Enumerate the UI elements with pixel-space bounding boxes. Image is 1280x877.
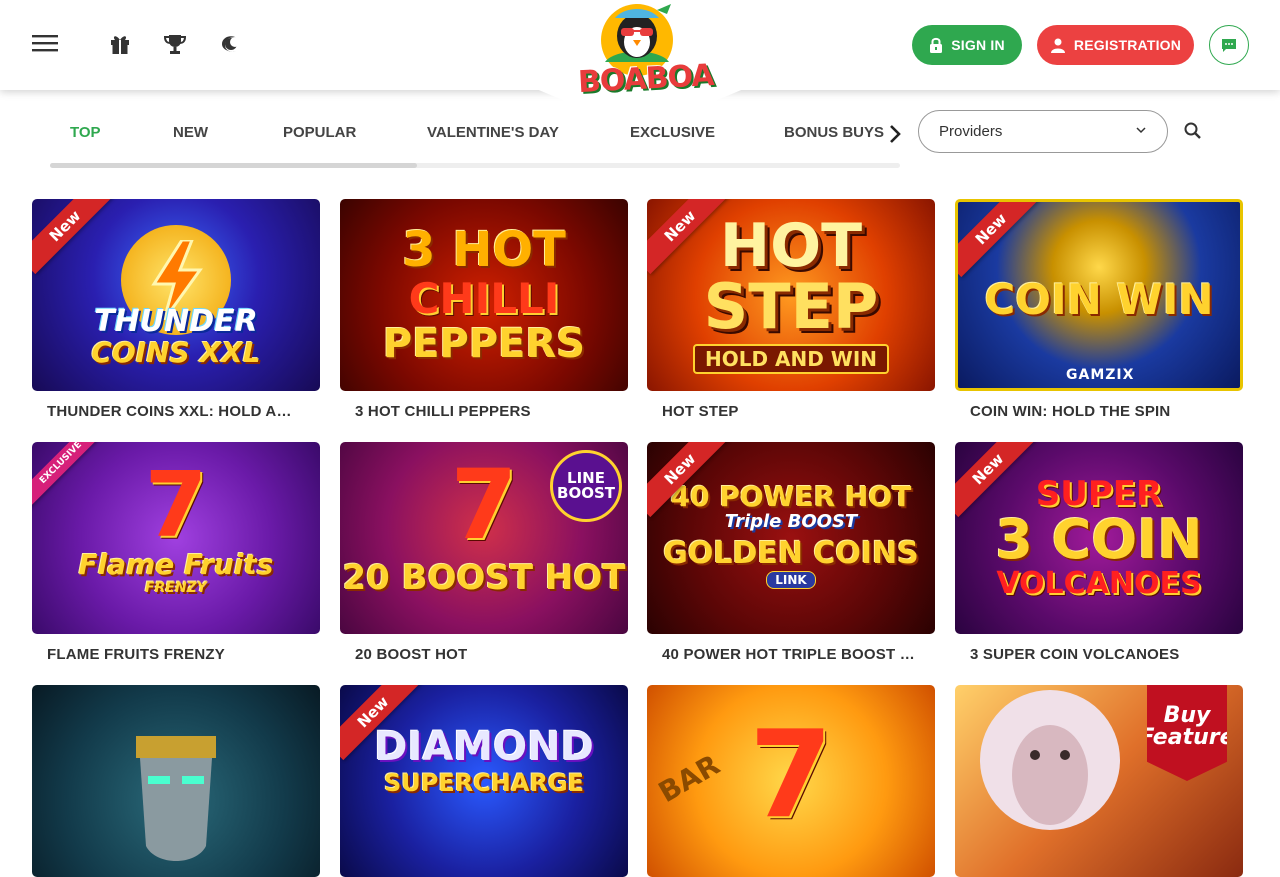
game-title[interactable]: COIN WIN: HOLD THE SPIN xyxy=(955,403,1225,420)
game-thumbnail[interactable]: 40 POWER HOT Triple BOOST GOLDEN COINS L… xyxy=(647,442,935,634)
art-line: VOLCANOES xyxy=(996,566,1202,601)
game-title[interactable]: 3 SUPER COIN VOLCANOES xyxy=(955,646,1225,663)
tabs-scrollbar-thumb[interactable] xyxy=(50,163,417,168)
providers-dropdown[interactable]: Providers xyxy=(918,110,1168,153)
category-tabs: TOP NEW POPULAR VALENTINE'S DAY EXCLUSIV… xyxy=(50,112,910,154)
art-line: SUPER xyxy=(1035,474,1163,514)
buy-feature-badge: Buy Feature xyxy=(1147,685,1227,781)
game-thumbnail[interactable]: 7 20 BOOST HOT LINE BOOST xyxy=(340,442,628,634)
game-title[interactable]: THUNDER COINS XXL: HOLD AND... xyxy=(32,403,302,420)
art-line: LINK xyxy=(766,571,816,589)
game-card[interactable]: DIAMOND SUPERCHARGE New xyxy=(340,685,628,877)
game-card[interactable]: 3 HOT CHILLI PEPPERS 3 HOT CHILLI PEPPER… xyxy=(340,199,628,420)
tab-new[interactable]: NEW xyxy=(173,124,208,141)
art-line: BAR xyxy=(652,748,726,810)
art-line: Flame Fruits xyxy=(78,548,274,581)
game-thumbnail[interactable] xyxy=(32,685,320,877)
tab-popular[interactable]: POPULAR xyxy=(283,124,356,141)
registration-button[interactable]: REGISTRATION xyxy=(1037,25,1194,65)
art-line: HOLD AND WIN xyxy=(692,344,890,374)
game-title[interactable]: 20 BOOST HOT xyxy=(340,646,610,663)
game-thumbnail[interactable]: SUPER 3 COIN VOLCANOES New xyxy=(955,442,1243,634)
tab-bonus-buys[interactable]: BONUS BUYS xyxy=(784,124,884,141)
lock-icon xyxy=(930,37,943,53)
trophy-icon[interactable] xyxy=(161,30,189,58)
art-line: DIAMOND xyxy=(374,724,594,770)
art-line: SUPERCHARGE xyxy=(383,769,585,797)
tab-exclusive[interactable]: EXCLUSIVE xyxy=(630,124,715,141)
game-title[interactable]: HOT STEP xyxy=(647,403,917,420)
user-plus-icon xyxy=(1050,38,1065,53)
tab-valentines-day[interactable]: VALENTINE'S DAY xyxy=(427,124,559,141)
game-card[interactable]: Buy Feature xyxy=(955,685,1243,877)
art-line: Buy xyxy=(1163,703,1211,728)
art-line: CHILLI xyxy=(408,274,560,323)
art-line: STEP xyxy=(703,270,879,343)
game-thumbnail[interactable]: 3 HOT CHILLI PEPPERS xyxy=(340,199,628,391)
moon-icon[interactable] xyxy=(216,30,244,58)
art-line: COIN WIN xyxy=(984,275,1214,324)
art-line: 40 POWER HOT xyxy=(670,480,912,513)
game-thumbnail[interactable]: DIAMOND SUPERCHARGE New xyxy=(340,685,628,877)
game-thumbnail[interactable]: Buy Feature xyxy=(955,685,1243,877)
art-line: COINS XXL xyxy=(91,336,261,369)
game-card[interactable]: 7 20 BOOST HOT LINE BOOST 20 BOOST HOT xyxy=(340,442,628,663)
sign-in-label: SIGN IN xyxy=(951,37,1005,53)
game-card[interactable]: SUPER 3 COIN VOLCANOES New 3 SUPER COIN … xyxy=(955,442,1243,663)
lion-icon xyxy=(980,690,1120,830)
pharaoh-mask-icon xyxy=(136,736,216,861)
art-line: 20 BOOST HOT xyxy=(342,558,626,598)
chat-button[interactable] xyxy=(1209,25,1249,65)
logo-text: BOABOA xyxy=(577,58,715,101)
art-line: GOLDEN COINS xyxy=(663,536,919,571)
art-line: 7 xyxy=(450,449,518,561)
game-card[interactable]: 7 Flame Fruits FRENZY EXCLUSIVE FLAME FR… xyxy=(32,442,320,663)
game-card[interactable]: THUNDER COINS XXL New THUNDER COINS XXL:… xyxy=(32,199,320,420)
art-line: FRENZY xyxy=(145,580,207,596)
art-line: 7 xyxy=(749,706,833,845)
game-card[interactable]: HOT STEP HOLD AND WIN New HOT STEP xyxy=(647,199,935,420)
game-thumbnail[interactable]: 7 BAR xyxy=(647,685,935,877)
tab-top[interactable]: TOP xyxy=(70,124,101,141)
tabs-scroll-right-icon[interactable] xyxy=(888,124,902,149)
game-card[interactable]: 40 POWER HOT Triple BOOST GOLDEN COINS L… xyxy=(647,442,935,663)
game-title[interactable]: FLAME FRUITS FRENZY xyxy=(32,646,302,663)
game-card[interactable]: COIN WIN GAMZIX New COIN WIN: HOLD THE S… xyxy=(955,199,1243,420)
game-card[interactable] xyxy=(32,685,320,877)
art-line: 3 COIN xyxy=(995,508,1203,571)
chevron-down-icon xyxy=(1136,127,1146,134)
game-thumbnail[interactable]: COIN WIN GAMZIX New xyxy=(955,199,1243,391)
game-title[interactable]: 40 POWER HOT TRIPLE BOOST G... xyxy=(647,646,917,663)
chat-icon xyxy=(1222,39,1236,52)
game-thumbnail[interactable]: 7 Flame Fruits FRENZY EXCLUSIVE xyxy=(32,442,320,634)
provider-watermark: GAMZIX xyxy=(1066,367,1135,383)
site-logo[interactable]: BOABOA xyxy=(575,0,715,108)
search-icon[interactable] xyxy=(1183,121,1203,146)
tabs-scrollbar[interactable] xyxy=(50,163,900,168)
art-line: 7 xyxy=(144,453,208,558)
art-line: PEPPERS xyxy=(382,321,586,367)
game-title[interactable]: 3 HOT CHILLI PEPPERS xyxy=(340,403,610,420)
game-thumbnail[interactable]: HOT STEP HOLD AND WIN New xyxy=(647,199,935,391)
registration-label: REGISTRATION xyxy=(1073,37,1182,53)
art-line: Triple BOOST xyxy=(724,511,858,532)
menu-icon[interactable] xyxy=(31,29,59,57)
game-card[interactable]: 7 BAR xyxy=(647,685,935,877)
art-line: THUNDER xyxy=(94,304,258,339)
gift-icon[interactable] xyxy=(106,30,134,58)
art-line: HOT xyxy=(719,211,863,281)
providers-label: Providers xyxy=(939,123,1003,140)
line-boost-badge: LINE BOOST xyxy=(550,450,622,522)
art-line: Feature xyxy=(1139,725,1235,750)
game-thumbnail[interactable]: THUNDER COINS XXL New xyxy=(32,199,320,391)
art-line: 3 HOT xyxy=(402,222,566,278)
sign-in-button[interactable]: SIGN IN xyxy=(912,25,1022,65)
